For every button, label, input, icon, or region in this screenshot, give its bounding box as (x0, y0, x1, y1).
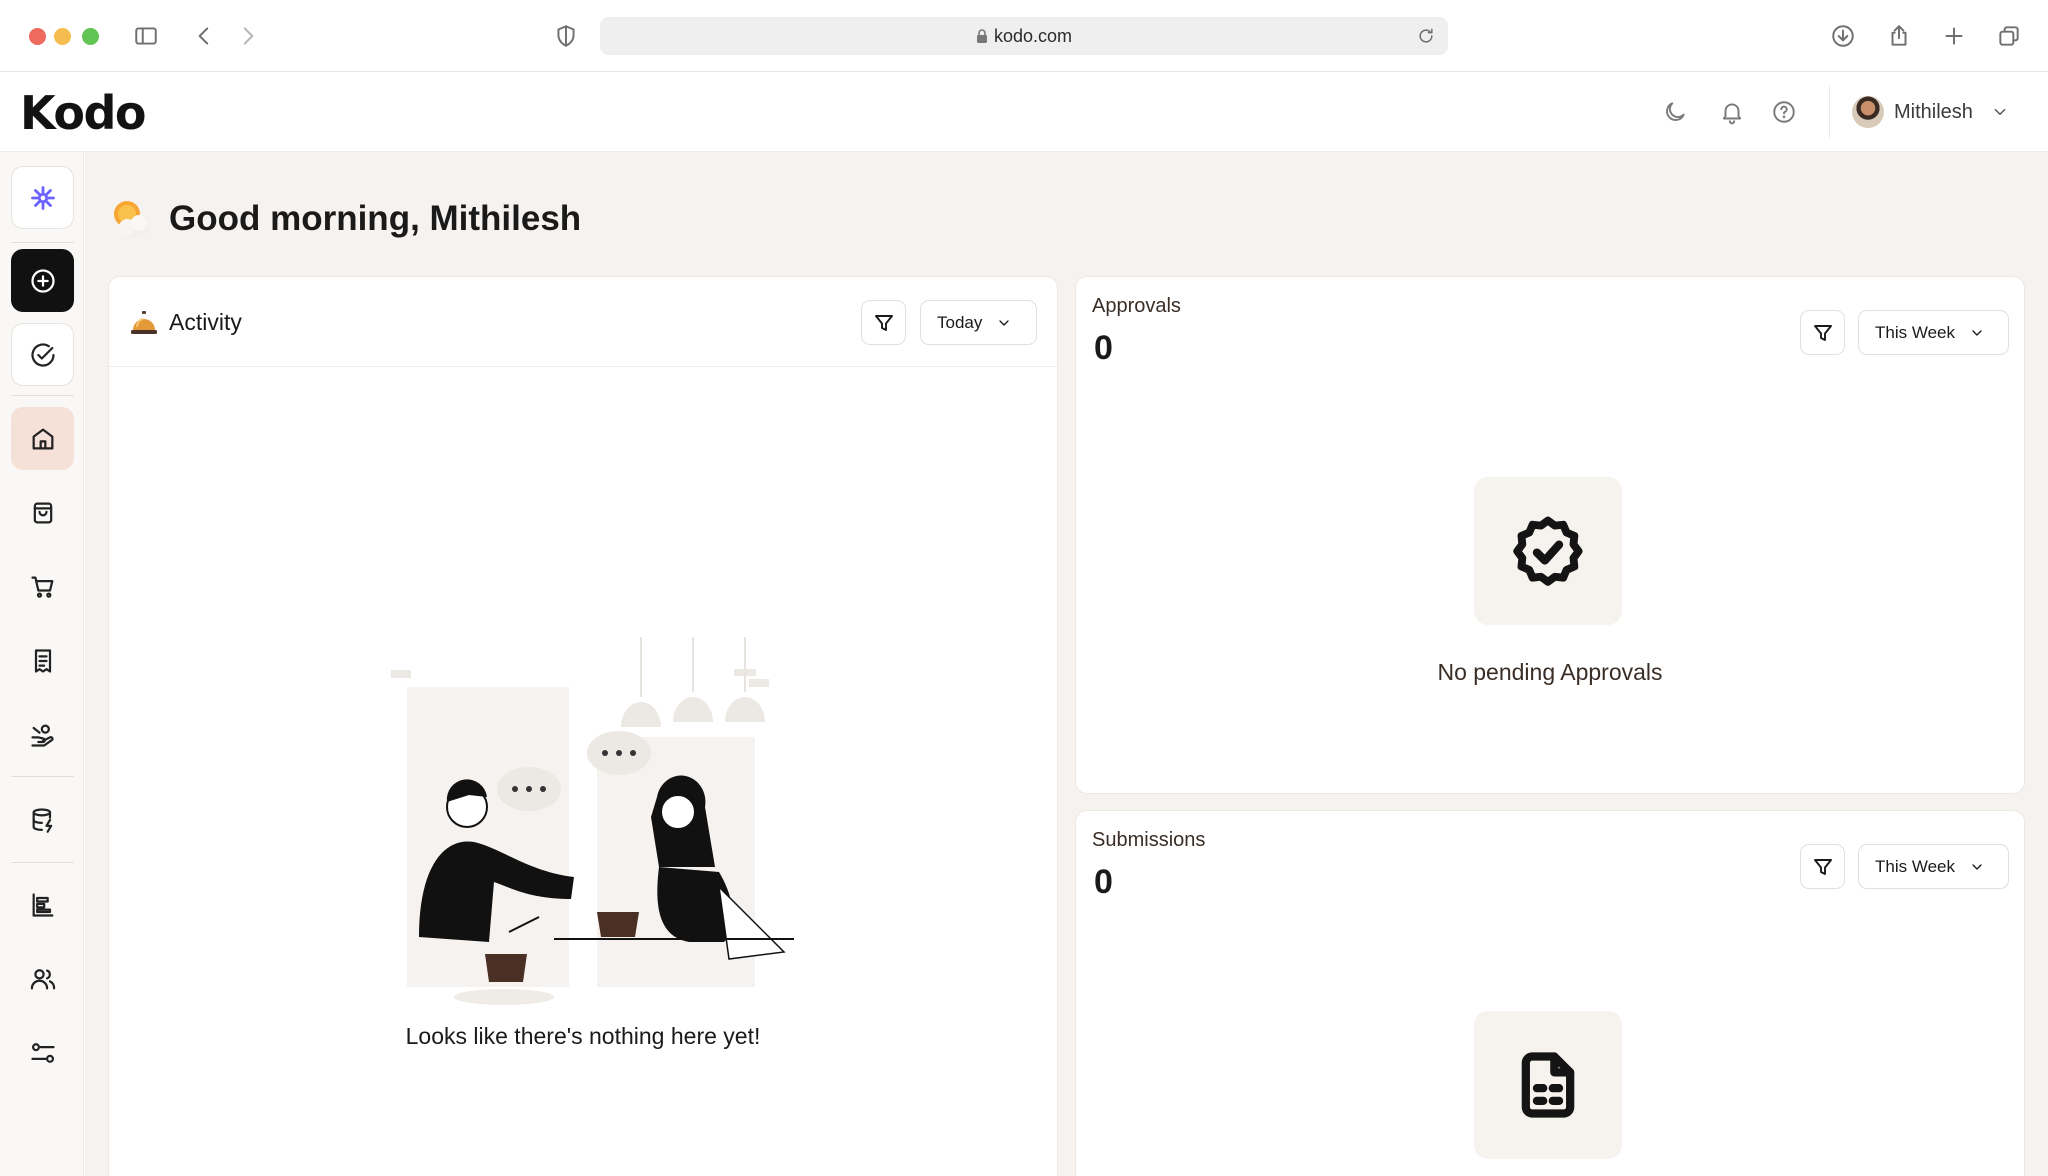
approvals-period-label: This Week (1875, 322, 1955, 342)
chevron-down-icon (999, 319, 1010, 326)
submissions-card: Submissions 0 This Week (1075, 810, 2025, 1176)
sidebar-separator (11, 242, 74, 243)
kodo-spark-icon[interactable] (11, 166, 74, 229)
sidebar-item-create[interactable] (11, 249, 74, 312)
submissions-filter-button[interactable] (1800, 844, 1845, 889)
new-tab-icon[interactable] (1938, 20, 1970, 52)
sidebar-separator (11, 395, 74, 396)
approvals-empty-icon-box (1474, 477, 1622, 625)
sidebar-separator (11, 862, 74, 863)
sidebar-item-bills[interactable] (11, 629, 74, 692)
settings-sliders-icon (30, 1042, 55, 1063)
cart-icon (30, 576, 53, 598)
submissions-period-label: This Week (1875, 856, 1955, 876)
sun-cloud-icon (105, 194, 155, 244)
empty-activity-illustration (391, 637, 794, 1005)
approvals-empty-message: No pending Approvals (1437, 659, 1663, 685)
activity-title: Activity (129, 307, 242, 337)
download-icon[interactable] (1827, 20, 1859, 52)
chevron-down-icon (1972, 863, 1982, 870)
user-name: Mithilesh (1894, 100, 1973, 123)
tab-overview-icon[interactable] (1993, 20, 2025, 52)
document-icon (1521, 1052, 1575, 1118)
hand-coins-icon (30, 724, 54, 747)
greeting: Good morning, Mithilesh (105, 194, 581, 244)
approvals-period-dropdown[interactable]: This Week (1858, 310, 2009, 355)
filter-icon (874, 314, 893, 331)
service-bell-icon (131, 311, 157, 334)
activity-card: Activity Today Looks like there's nothin… (108, 276, 1058, 1176)
users-icon (30, 968, 55, 989)
lock-icon (976, 29, 987, 43)
sidebar-item-orders[interactable] (11, 555, 74, 618)
sidebar-toggle-icon[interactable] (130, 20, 162, 52)
sidebar-item-users[interactable] (11, 947, 74, 1010)
app-header: Kodo Mithilesh (0, 72, 2048, 152)
sidebar-item-payments[interactable] (11, 703, 74, 766)
moon-icon[interactable] (1659, 96, 1691, 128)
sidebar-item-data[interactable] (11, 788, 74, 851)
kodo-logo[interactable]: Kodo (20, 86, 146, 140)
receipt-icon (34, 648, 51, 673)
close-window-button[interactable] (29, 28, 46, 45)
badge-check-icon (1513, 516, 1583, 586)
help-icon[interactable] (1768, 96, 1800, 128)
activity-title-text: Activity (169, 308, 242, 335)
sidebar-item-home[interactable] (11, 407, 74, 470)
page-title: Good morning, Mithilesh (169, 199, 582, 238)
shopping-bag-icon (33, 502, 52, 523)
activity-empty-message: Looks like there's nothing here yet! (405, 1023, 761, 1049)
main-content: Good morning, Mithilesh Activity Today L… (85, 152, 2048, 1176)
sidebar (0, 152, 84, 1176)
activity-filter-button[interactable] (861, 300, 906, 345)
activity-period-dropdown[interactable]: Today (920, 300, 1037, 345)
approvals-filter-button[interactable] (1800, 310, 1845, 355)
back-arrow-icon[interactable] (188, 20, 220, 52)
forward-arrow-icon[interactable] (232, 20, 264, 52)
avatar (1852, 96, 1884, 128)
check-circle-icon (30, 342, 55, 367)
submissions-count: 0 (1094, 863, 1113, 901)
activity-period-label: Today (937, 312, 983, 332)
user-menu[interactable]: Mithilesh (1852, 92, 2009, 132)
database-icon (32, 807, 52, 833)
reload-icon[interactable] (1416, 26, 1436, 46)
sidebar-item-reports[interactable] (11, 873, 74, 936)
sidebar-item-tasks[interactable] (11, 323, 74, 386)
bell-icon[interactable] (1716, 96, 1748, 128)
browser-toolbar: kodo.com (0, 0, 2048, 72)
chevron-down-icon (1972, 329, 1982, 336)
activity-header: Activity Today (109, 277, 1057, 367)
sidebar-item-purchases[interactable] (11, 481, 74, 544)
approvals-title: Approvals (1092, 295, 1181, 317)
approvals-card: Approvals 0 This Week No pending Approva… (1075, 276, 2025, 794)
submissions-period-dropdown[interactable]: This Week (1858, 844, 2009, 889)
privacy-shield-icon[interactable] (550, 20, 582, 52)
sidebar-separator (11, 776, 74, 777)
address-bar[interactable]: kodo.com (600, 17, 1448, 55)
submissions-empty-icon-box (1474, 1011, 1622, 1159)
maximize-window-button[interactable] (82, 28, 99, 45)
share-icon[interactable] (1883, 20, 1915, 52)
minimize-window-button[interactable] (54, 28, 71, 45)
filter-icon (1813, 324, 1832, 341)
header-divider (1829, 86, 1830, 138)
filter-icon (1813, 858, 1832, 875)
approvals-count: 0 (1094, 329, 1113, 367)
submissions-title: Submissions (1092, 829, 1206, 851)
chevron-down-icon (1991, 103, 2009, 121)
home-icon (32, 428, 53, 449)
sidebar-item-settings[interactable] (11, 1021, 74, 1084)
add-circle-icon (30, 268, 55, 293)
url-text: kodo.com (993, 25, 1073, 46)
reports-icon (32, 892, 53, 917)
